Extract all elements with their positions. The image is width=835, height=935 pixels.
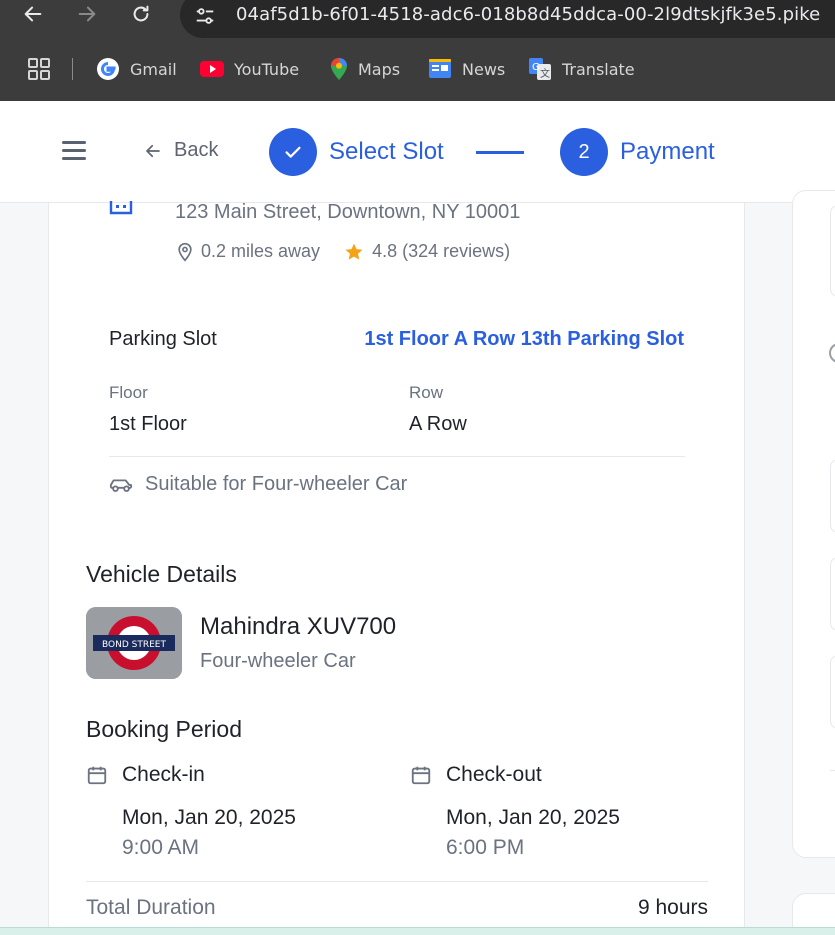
bookmark-maps[interactable]: Maps bbox=[330, 55, 400, 83]
total-duration-value: 9 hours bbox=[637, 896, 708, 919]
vehicle-name: Mahindra XUV700 bbox=[200, 613, 397, 640]
vehicle-type: Four-wheeler Car bbox=[200, 650, 356, 672]
parking-address: 123 Main Street, Downtown, NY 10001 bbox=[175, 201, 521, 223]
parking-slot-label: Parking Slot bbox=[109, 328, 217, 350]
building-icon bbox=[109, 201, 133, 215]
booking-summary-card: 123 Main Street, Downtown, NY 10001 0.2 … bbox=[48, 201, 745, 935]
checkout-header: Check-out bbox=[410, 763, 542, 787]
rating-text: 4.8 (324 reviews) bbox=[372, 241, 511, 261]
row-label: Row bbox=[409, 383, 444, 402]
checkin-block: Check-in bbox=[86, 763, 205, 787]
gmail-icon bbox=[97, 58, 119, 80]
checkin-time: 9:00 AM bbox=[122, 836, 200, 859]
checkout-time: 6:00 PM bbox=[446, 836, 525, 859]
checkout-date: Mon, Jan 20, 2025 bbox=[446, 806, 620, 829]
checkin-header: Check-in bbox=[86, 763, 205, 787]
reload-icon bbox=[133, 5, 149, 22]
menu-button[interactable] bbox=[62, 139, 88, 163]
bookmark-separator bbox=[72, 58, 73, 80]
maps-icon bbox=[331, 58, 347, 80]
checkin-date: Mon, Jan 20, 2025 bbox=[122, 806, 296, 829]
step-select-slot-label: Select Slot bbox=[329, 138, 444, 165]
row-value: A Row bbox=[409, 413, 467, 435]
check-icon bbox=[285, 146, 301, 158]
address-url[interactable]: 04af5d1b-6f01-4518-adc6-018b8d45ddca-00-… bbox=[236, 4, 820, 25]
bookmark-label: Maps bbox=[358, 59, 401, 79]
bookmark-label: News bbox=[462, 59, 506, 79]
vehicle-details-title: Vehicle Details bbox=[86, 561, 237, 587]
bookmark-label: Gmail bbox=[130, 59, 177, 79]
calendar-icon bbox=[87, 766, 107, 785]
arrow-right-icon bbox=[78, 6, 96, 22]
step-payment-indicator: 2 bbox=[560, 128, 608, 176]
total-duration-label: Total Duration bbox=[86, 896, 216, 919]
bookmark-gmail[interactable]: Gmail bbox=[96, 55, 177, 83]
bookmark-news[interactable]: News bbox=[428, 55, 505, 83]
divider bbox=[830, 770, 835, 771]
car-icon bbox=[109, 478, 133, 492]
bookmark-translate[interactable]: G文 Translate bbox=[528, 55, 635, 83]
side-panel-item bbox=[830, 205, 835, 297]
step-connector bbox=[476, 151, 524, 154]
browser-reload-button[interactable] bbox=[128, 0, 154, 28]
youtube-icon bbox=[200, 61, 224, 77]
back-button[interactable]: Back bbox=[144, 139, 218, 162]
star-icon bbox=[345, 243, 363, 260]
suitability-text: Suitable for Four-wheeler Car bbox=[145, 473, 408, 495]
bookmark-label: Translate bbox=[562, 59, 635, 79]
suitability-note: Suitable for Four-wheeler Car bbox=[109, 473, 407, 496]
parking-slot-value: 1st Floor A Row 13th Parking Slot bbox=[364, 328, 684, 350]
app-header: Back Select Slot 2 Payment bbox=[0, 101, 835, 203]
map-pin-icon bbox=[178, 242, 192, 262]
side-panel-item[interactable] bbox=[830, 557, 835, 631]
site-settings-icon[interactable] bbox=[194, 5, 216, 27]
floor-value: 1st Floor bbox=[109, 413, 187, 435]
svg-text:G: G bbox=[532, 62, 540, 73]
side-panel-card bbox=[792, 190, 835, 858]
side-panel-item[interactable] bbox=[830, 459, 835, 533]
location-meta: 0.2 miles away 4.8 (324 reviews) bbox=[175, 241, 510, 262]
checkout-block: Check-out bbox=[410, 763, 542, 787]
arrow-left-icon bbox=[146, 144, 160, 157]
booking-period-title: Booking Period bbox=[86, 716, 242, 742]
bookmark-youtube[interactable]: YouTube bbox=[200, 55, 299, 83]
vehicle-image: BOND STREET bbox=[86, 607, 182, 679]
svg-text:文: 文 bbox=[540, 67, 550, 80]
news-icon bbox=[429, 59, 451, 78]
arrow-left-icon bbox=[24, 6, 42, 22]
apps-grid-icon[interactable] bbox=[28, 58, 50, 80]
bottom-bar bbox=[0, 927, 835, 935]
divider bbox=[86, 881, 708, 882]
calendar-icon bbox=[411, 766, 431, 785]
translate-icon: G文 bbox=[529, 58, 551, 80]
floor-label: Floor bbox=[109, 383, 148, 402]
divider bbox=[109, 456, 685, 457]
checkin-label: Check-in bbox=[122, 763, 205, 786]
browser-back-button[interactable] bbox=[20, 0, 46, 28]
side-panel-item[interactable] bbox=[830, 655, 835, 729]
step-payment-label: Payment bbox=[620, 138, 715, 165]
address-bar[interactable]: 04af5d1b-6f01-4518-adc6-018b8d45ddca-00-… bbox=[180, 0, 835, 38]
vehicle-thumbnail: BOND STREET bbox=[86, 607, 182, 679]
checkout-label: Check-out bbox=[446, 763, 542, 786]
sign-text: BOND STREET bbox=[102, 640, 166, 650]
back-label: Back bbox=[174, 139, 219, 161]
distance-text: 0.2 miles away bbox=[201, 241, 321, 261]
bookmark-label: YouTube bbox=[234, 59, 300, 79]
browser-forward-button[interactable] bbox=[74, 0, 100, 28]
step-select-slot-indicator bbox=[269, 128, 317, 176]
browser-chrome: 04af5d1b-6f01-4518-adc6-018b8d45ddca-00-… bbox=[0, 0, 835, 101]
